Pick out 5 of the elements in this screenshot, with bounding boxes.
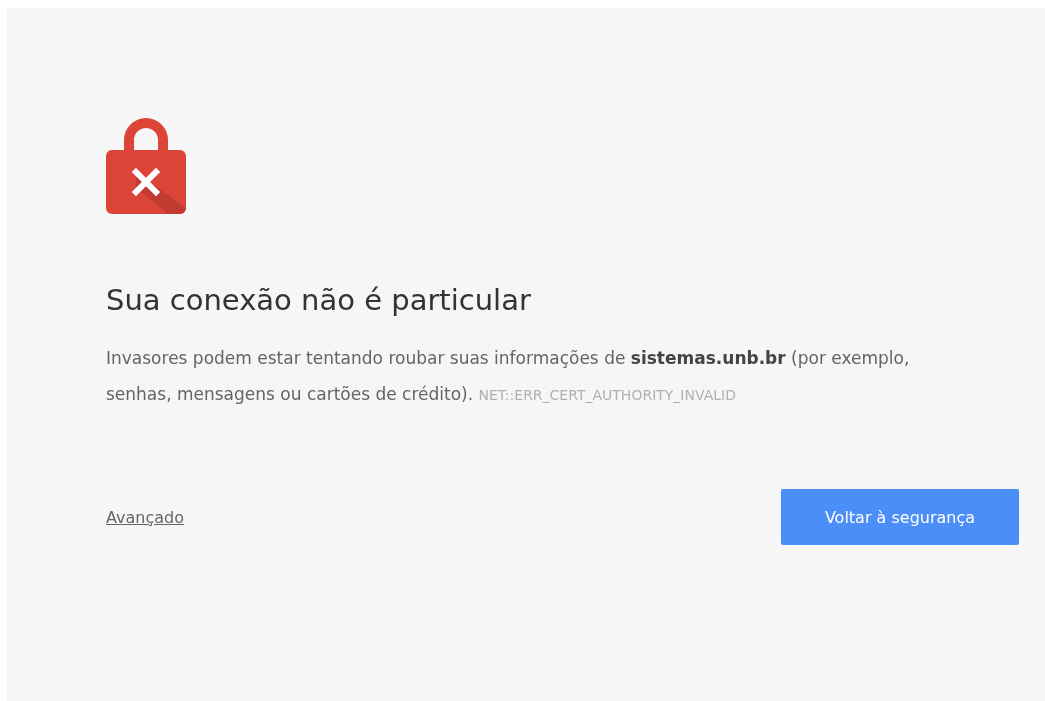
warning-message: Invasores podem estar tentando roubar suas informações de sistemas.unb.br (por exemplo, senhas, mensagens ou cartões de crédito). NET::ERR_CERT_AUTHORITY_INVALID bbox=[106, 347, 911, 406]
heading: Sua conexão não é particular bbox=[106, 282, 532, 319]
advanced-link[interactable]: Avançado bbox=[106, 507, 184, 527]
lock-error-icon bbox=[106, 116, 186, 214]
back-to-safety-button[interactable]: Voltar à segurança bbox=[781, 489, 1019, 545]
